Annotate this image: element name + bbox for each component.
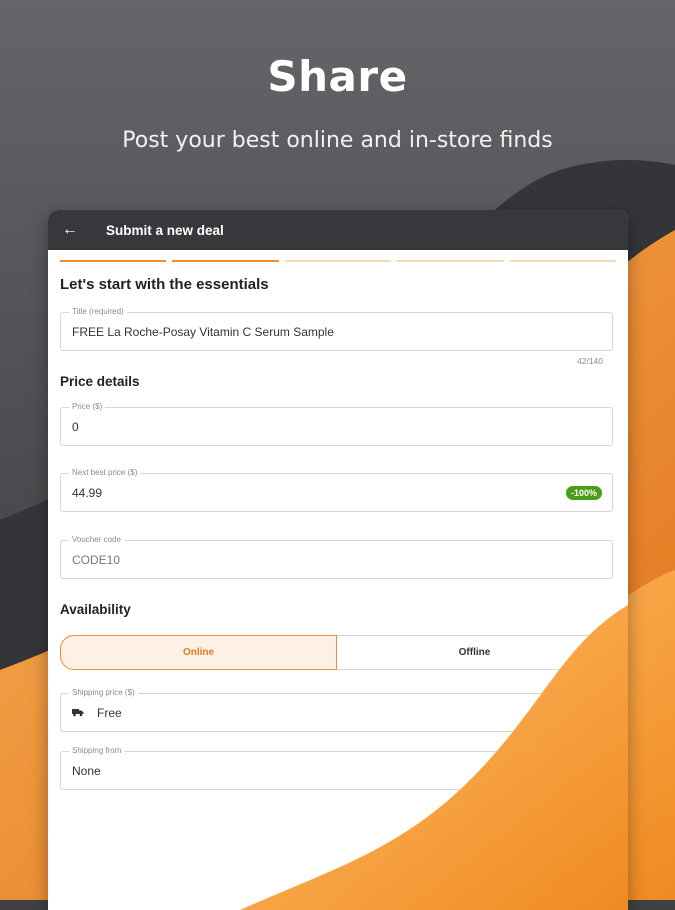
title-char-counter: 42/140: [577, 356, 603, 366]
shipping-price-label: Shipping price ($): [69, 688, 138, 697]
availability-toggle: Online Offline: [60, 635, 613, 670]
title-field[interactable]: Title (required) FREE La Roche-Posay Vit…: [60, 307, 613, 351]
voucher-code-placeholder[interactable]: CODE10: [72, 553, 120, 567]
shipping-price-value[interactable]: Free: [97, 706, 122, 720]
progress-step: [60, 260, 167, 262]
next-best-price-value[interactable]: 44.99: [72, 486, 102, 500]
shipping-price-field[interactable]: Shipping price ($) Free: [60, 688, 613, 732]
arrow-left-icon[interactable]: ←: [62, 221, 88, 239]
headline: Share: [267, 52, 408, 101]
shipping-from-value: None: [72, 764, 101, 778]
title-label: Title (required): [69, 307, 127, 316]
app-screen: ← Submit a new deal Let's start with the…: [48, 210, 628, 910]
essentials-heading: Let's start with the essentials: [60, 276, 269, 293]
shipping-from-field[interactable]: Shipping from None ›: [60, 746, 613, 790]
progress-step: [172, 260, 279, 262]
voucher-code-label: Voucher code: [69, 535, 124, 544]
subheadline: Post your best online and in-store finds: [122, 128, 553, 153]
offline-option-button[interactable]: Offline: [337, 635, 613, 670]
progress-step: [397, 260, 504, 262]
next-best-price-label: Next best price ($): [69, 468, 141, 477]
availability-heading: Availability: [60, 602, 131, 617]
progress-steps: [48, 250, 628, 262]
title-value[interactable]: FREE La Roche-Posay Vitamin C Serum Samp…: [72, 325, 334, 339]
progress-step: [509, 260, 617, 262]
price-details-heading: Price details: [60, 374, 140, 389]
shipping-from-label: Shipping from: [69, 746, 125, 755]
progress-step: [284, 260, 392, 262]
discount-badge: -100%: [565, 486, 602, 500]
next-best-price-field[interactable]: Next best price ($) 44.99 -100%: [60, 468, 613, 512]
price-value[interactable]: 0: [72, 420, 79, 434]
price-field[interactable]: Price ($) 0: [60, 402, 613, 446]
price-label: Price ($): [69, 402, 106, 411]
truck-icon: [72, 709, 84, 717]
app-bar: ← Submit a new deal: [48, 210, 628, 250]
app-bar-title: Submit a new deal: [106, 222, 224, 238]
chevron-right-icon: ›: [595, 762, 600, 778]
voucher-code-field[interactable]: Voucher code CODE10: [60, 535, 613, 579]
online-option-button[interactable]: Online: [60, 635, 337, 670]
